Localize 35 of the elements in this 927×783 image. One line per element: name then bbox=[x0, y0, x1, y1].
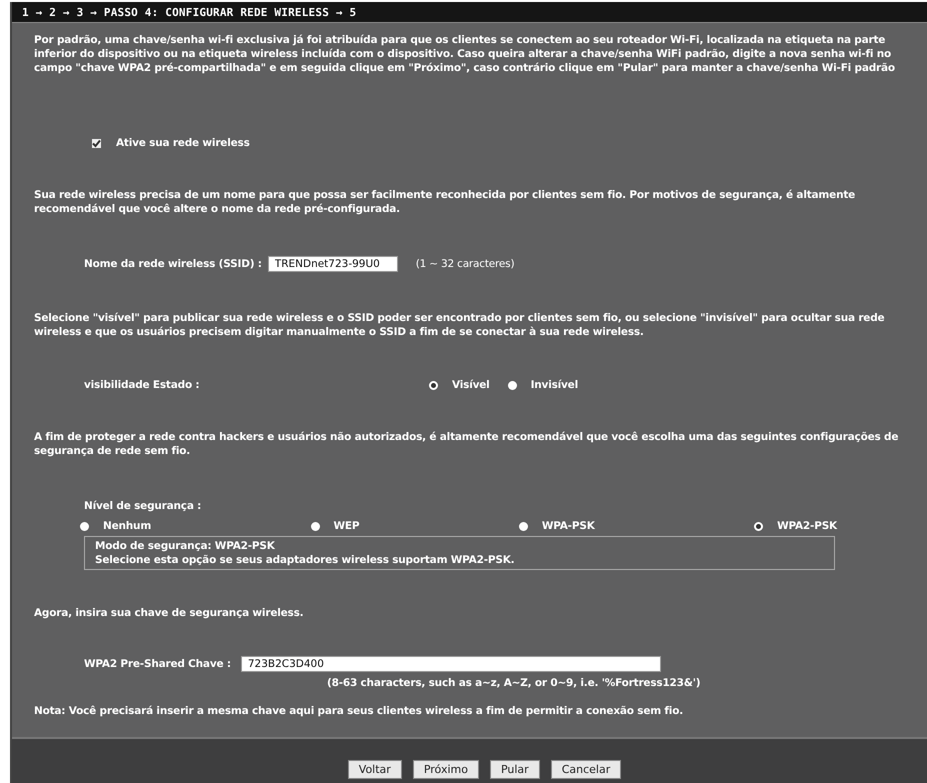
radio-button[interactable] bbox=[310, 522, 320, 530]
security-description: A fim de proteger a rede contra hackers e usuários não autorizados, é altamente recomendável que você escolha uma das seguintes configurações de segurança de rede sem fio. bbox=[34, 430, 900, 458]
ssid-label: Nome da rede wireless (SSID) : bbox=[84, 258, 262, 270]
visibility-option-label: Invisível bbox=[530, 379, 578, 391]
radio-button[interactable] bbox=[518, 522, 528, 530]
ssid-description: Sua rede wireless precisa de um nome para que possa ser facilmente reconhecida por clientes sem fio. Por motivos de segurança, é altamente recomendável que você altere o nome da rede pré-configurada. bbox=[34, 188, 856, 216]
enable-checkbox[interactable] bbox=[92, 138, 101, 148]
radio-button[interactable] bbox=[80, 522, 89, 530]
visibility-description: Selecione "visível" para publicar sua rede wireless e o SSID poder ser encontrado por clientes sem fio, ou selecione "invisível" para ocultar sua rede wireless e que os usuários precisem digitar manualmente o SSID a fim de se conectar à sua rede wireless. bbox=[34, 311, 886, 339]
key-instruction: Agora, insira sua chave de segurança wireless. bbox=[34, 606, 304, 620]
security-info-text: Modo de segurança: WPA2-PSK bbox=[95, 539, 276, 553]
security-option-label: WPA-PSK bbox=[542, 520, 595, 532]
key-hint: (8-63 characters, such as a~z, A~Z, or 0~9, i.e. '%Fortress123&') bbox=[327, 677, 702, 689]
intro-text: Por padrão, uma chave/senha wi-fi exclusiva já foi atribuída para que os clientes se conectem ao seu roteador Wi-Fi, localizada na etiqueta na parte inferior do dispositivo ou na etiqueta wireless incluída com o dispositivo. Caso queira alterar a chave/senha WiFi padrão, digite a nova senha wi-fi no campo "chave WPA2 pré-compartilhada" e em seguida clique em "Próximo", caso contrário clique em "Pular" para manter a chave/senha Wi-Fi padrão bbox=[34, 33, 896, 75]
security-option-label: WPA2-PSK bbox=[777, 520, 837, 532]
security-option-label: WEP bbox=[334, 520, 360, 532]
security-level-label: Nível de segurança : bbox=[84, 500, 202, 512]
step-title: 1 → 2 → 3 → PASSO 4: CONFIGURAR REDE WIRELESS → 5 bbox=[22, 6, 356, 18]
key-label: WPA2 Pre-Shared Chave : bbox=[84, 658, 231, 670]
form-button[interactable]: Voltar bbox=[348, 760, 402, 779]
note-text: Nota: Você precisará inserir a mesma chave aqui para seus clientes wireless a fim de permitir a conexão sem fio. bbox=[34, 704, 684, 718]
radio-button[interactable] bbox=[429, 380, 438, 390]
form-button[interactable]: Próximo bbox=[412, 760, 479, 779]
key-field[interactable]: 723B2C3D400 bbox=[240, 656, 661, 672]
security-option-label: Nenhum bbox=[103, 520, 152, 532]
checkbox-label: Ative sua rede wireless bbox=[116, 137, 250, 149]
radio-button[interactable] bbox=[754, 522, 764, 530]
ssid-hint: (1 ~ 32 caracteres) bbox=[416, 258, 514, 270]
visibility-option-label: Visível bbox=[452, 379, 490, 391]
ssid-field[interactable]: TRENDnet723-99U0 bbox=[268, 256, 398, 272]
form-button[interactable]: Cancelar bbox=[550, 760, 622, 779]
form-button[interactable]: Pular bbox=[490, 760, 540, 779]
visibility-label: visibilidade Estado : bbox=[84, 379, 200, 391]
radio-button[interactable] bbox=[508, 380, 517, 390]
security-info-text: Selecione esta opção se seus adaptadores wireless suportam WPA2-PSK. bbox=[95, 553, 516, 567]
